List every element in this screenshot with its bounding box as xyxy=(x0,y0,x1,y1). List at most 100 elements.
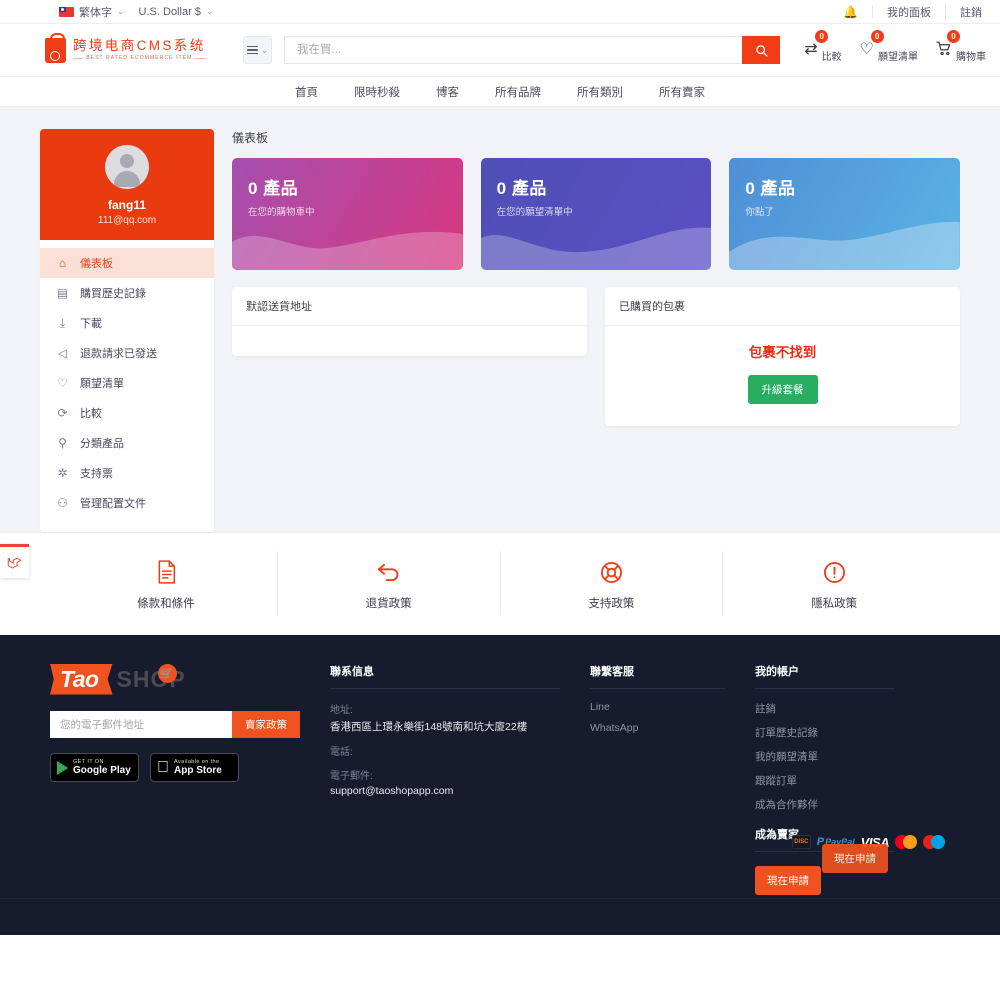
site-footer: Tao SHOP 🛒 賣家政策 GET IT ON Goo xyxy=(0,635,1000,935)
policy-terms[interactable]: 條款和條件 xyxy=(55,551,278,615)
currency-selector[interactable]: U.S. Dollar $ ⌄ xyxy=(139,6,214,18)
sidebar-item-downloads[interactable]: ⤓ 下載 xyxy=(40,308,214,338)
policy-strip: 條款和條件 退貨政策 支持政策 隱私政策 xyxy=(0,532,1000,635)
logout-link[interactable]: 註銷 xyxy=(946,4,986,20)
page-title: 儀表板 xyxy=(232,131,269,145)
stat-card-wishlist[interactable]: 0 產品 在您的願望清單中 xyxy=(480,158,712,270)
exclamation-circle-icon xyxy=(723,559,945,585)
heart-icon: ♡ xyxy=(57,376,68,390)
support-link-line[interactable]: Line xyxy=(590,701,725,713)
sidebar-label: 購買歷史記錄 xyxy=(80,288,146,300)
flag-icon xyxy=(59,6,74,17)
account-link-logout[interactable]: 註銷 xyxy=(755,701,895,716)
site-logo[interactable]: 跨境电商CMS系统 BEST RATED ECOMMERCE ITEM xyxy=(45,32,235,63)
newsletter-form: 賣家政策 xyxy=(50,711,300,738)
document-icon: ▤ xyxy=(56,286,69,300)
mastercard-icon xyxy=(895,835,917,849)
support-link-whatsapp[interactable]: WhatsApp xyxy=(590,722,725,734)
heart-icon: ♡ xyxy=(859,41,874,58)
footer-logo[interactable]: Tao SHOP 🛒 xyxy=(50,663,300,695)
nav-item-brands[interactable]: 所有品牌 xyxy=(495,84,541,100)
sidebar-menu: ⌂ 儀表板 ▤ 購買歷史記錄 ⤓ 下載 ◁ 退款請求已發送 ♡ 願望清單 ⟳ 比… xyxy=(40,240,214,532)
wave-decoration xyxy=(729,221,961,270)
stat-card-cart[interactable]: 0 產品 在您的購物車中 xyxy=(232,158,463,270)
notification-bell-icon[interactable]: 🔔 xyxy=(829,5,873,18)
account-link-track-order[interactable]: 跟蹤訂單 xyxy=(755,773,895,788)
email-label: 電子郵件: xyxy=(330,771,373,782)
sidebar-profile: fang11 111@qq.com xyxy=(40,129,214,240)
person-icon: ⚇ xyxy=(57,496,68,510)
my-panel-link[interactable]: 我的面板 xyxy=(873,3,946,20)
cart-label: 購物車 xyxy=(956,51,986,63)
language-selector[interactable]: 繁体字 ⌄ xyxy=(59,4,125,20)
maestro-icon xyxy=(923,835,945,849)
compare-action[interactable]: ⇄ 0 比較 xyxy=(804,29,842,63)
stat-number: 0 產品 xyxy=(248,179,299,198)
wishlist-label: 願望清單 xyxy=(878,51,918,63)
sidebar-item-purchase-history[interactable]: ▤ 購買歷史記錄 xyxy=(40,278,214,308)
sidebar-label: 管理配置文件 xyxy=(80,498,146,510)
app-store-badge[interactable]:  Available on the App Store xyxy=(150,753,239,782)
document-icon xyxy=(55,559,277,585)
discover-icon: DISC xyxy=(791,835,811,849)
cart-count: 0 xyxy=(947,29,960,43)
footer-account-heading: 我的帳户 xyxy=(755,663,895,689)
sidebar-item-support-ticket[interactable]: ✲ 支持票 xyxy=(40,458,214,488)
address-label: 地址: xyxy=(330,705,353,716)
sidebar-label: 比較 xyxy=(80,408,102,420)
cart-icon: 🛒 xyxy=(157,663,177,683)
nav-item-categories[interactable]: 所有類別 xyxy=(577,84,623,100)
seller-policy-button[interactable]: 賣家政策 xyxy=(232,711,300,738)
sidebar-item-compare[interactable]: ⟳ 比較 xyxy=(40,398,214,428)
download-icon: ⤓ xyxy=(59,316,66,330)
chevron-down-icon: ⌄ xyxy=(260,44,269,55)
laravel-icon xyxy=(7,557,22,569)
app-store-badges: GET IT ON Google Play  Available on the… xyxy=(50,753,300,782)
policy-privacy[interactable]: 隱私政策 xyxy=(723,551,945,615)
category-menu-button[interactable]: ⌄ xyxy=(243,36,272,64)
account-link-affiliate[interactable]: 成為合作夥伴 xyxy=(755,797,895,812)
laravel-debug-tab[interactable] xyxy=(0,544,29,578)
footer-support-column: 聯繫客服 Line WhatsApp xyxy=(590,663,725,895)
compare-icon: ⟳ xyxy=(57,406,68,420)
google-play-badge[interactable]: GET IT ON Google Play xyxy=(50,753,139,782)
compare-label: 比較 xyxy=(821,51,842,63)
sidebar-item-manage-profile[interactable]: ⚇ 管理配置文件 xyxy=(40,488,214,518)
home-icon: ⌂ xyxy=(58,256,67,270)
panel-title: 已購買的包裹 xyxy=(605,287,960,326)
sidebar-label: 支持票 xyxy=(80,468,113,480)
nav-item-blog[interactable]: 博客 xyxy=(436,84,459,100)
nav-item-flashsale[interactable]: 限時秒殺 xyxy=(354,84,400,100)
address-value: 香港西區上環永樂街148號南和坑大廈22樓 xyxy=(330,721,528,733)
policy-return[interactable]: 退貨政策 xyxy=(278,551,501,615)
stat-card-ordered[interactable]: 0 產品 你點了 xyxy=(729,158,961,270)
search-button[interactable] xyxy=(742,36,781,64)
footer-contact-heading: 聯系信息 xyxy=(330,663,560,689)
account-link-wishlist[interactable]: 我的願望清單 xyxy=(755,749,895,764)
account-link-order-history[interactable]: 訂單歷史記錄 xyxy=(755,725,895,740)
nav-item-home[interactable]: 首頁 xyxy=(295,84,318,100)
sidebar-label: 分類產品 xyxy=(80,438,124,450)
language-label: 繁体字 xyxy=(79,6,112,19)
search-input[interactable] xyxy=(284,36,743,64)
cart-action[interactable]: 0 購物車 xyxy=(936,29,986,63)
stat-cards: 0 產品 在您的購物車中 0 產品 在您的願望清單中 0 產品 你點了 xyxy=(232,158,961,270)
sidebar-item-classified-products[interactable]: ⚲ 分類產品 xyxy=(40,428,214,458)
nav-item-sellers[interactable]: 所有賣家 xyxy=(659,84,705,100)
google-play-icon xyxy=(57,760,68,775)
policy-support[interactable]: 支持政策 xyxy=(501,551,724,615)
apply-now-button[interactable]: 現在申請 xyxy=(755,866,821,895)
email-value: support@taoshopapp.com xyxy=(330,785,454,797)
upgrade-package-button[interactable]: 升級套餐 xyxy=(747,375,818,404)
newsletter-email-input[interactable] xyxy=(50,711,232,738)
wishlist-action[interactable]: ♡ 0 願望清單 xyxy=(859,29,918,63)
sidebar-item-wishlist[interactable]: ♡ 願望清單 xyxy=(40,368,214,398)
wave-decoration xyxy=(232,231,463,270)
apply-now-button-overlay[interactable]: 現在申請 xyxy=(822,844,888,873)
lifebuoy-icon xyxy=(501,559,723,585)
utility-topbar: 繁体字 ⌄ U.S. Dollar $ ⌄ 🔔 我的面板 註銷 xyxy=(0,0,1000,24)
sidebar-item-dashboard[interactable]: ⌂ 儀表板 xyxy=(40,248,214,278)
currency-label: U.S. Dollar $ xyxy=(138,5,201,18)
sidebar-item-refund-requests[interactable]: ◁ 退款請求已發送 xyxy=(40,338,214,368)
footer-brand-column: Tao SHOP 🛒 賣家政策 GET IT ON Goo xyxy=(50,663,300,895)
